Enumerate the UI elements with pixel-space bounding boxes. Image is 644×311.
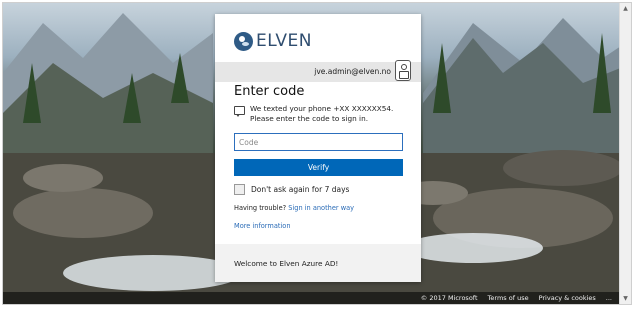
sign-in-another-way-link[interactable]: Sign in another way xyxy=(288,204,354,212)
browser-viewport: ELVEN jve.admin@elven.no Enter code We t… xyxy=(2,2,632,305)
scroll-down-arrow-icon[interactable]: ▼ xyxy=(621,294,630,303)
terms-of-use-link[interactable]: Terms of use xyxy=(488,294,529,302)
page-footer: © 2017 Microsoft Terms of use Privacy & … xyxy=(3,292,622,304)
trouble-prefix: Having trouble? xyxy=(234,204,287,212)
trouble-text: Having trouble? Sign in another way xyxy=(234,204,354,212)
privacy-cookies-link[interactable]: Privacy & cookies xyxy=(539,294,596,302)
scroll-up-arrow-icon[interactable]: ▲ xyxy=(621,4,630,13)
vertical-scrollbar[interactable]: ▲ ▼ xyxy=(619,3,631,304)
brand-name: ELVEN xyxy=(256,31,312,51)
sign-in-card: ELVEN jve.admin@elven.no Enter code We t… xyxy=(215,14,421,282)
copyright-text: © 2017 Microsoft xyxy=(420,294,478,302)
remember-option[interactable]: Don't ask again for 7 days xyxy=(234,184,349,195)
badge-icon xyxy=(395,60,411,81)
user-identity-bar: jve.admin@elven.no xyxy=(215,60,421,82)
welcome-message: Welcome to Elven Azure AD! xyxy=(234,259,339,268)
page-title: Enter code xyxy=(234,84,305,99)
tree xyxy=(593,33,611,113)
remember-checkbox[interactable] xyxy=(234,184,245,195)
tree xyxy=(23,63,41,123)
tree xyxy=(171,53,189,103)
code-input[interactable] xyxy=(234,133,403,151)
verify-button[interactable]: Verify xyxy=(234,159,403,176)
tree xyxy=(123,73,141,123)
remember-label[interactable]: Don't ask again for 7 days xyxy=(251,185,349,194)
more-options-link[interactable]: ... xyxy=(606,294,612,302)
user-email: jve.admin@elven.no xyxy=(314,67,391,76)
sms-message-text: We texted your phone +XX XXXXXX54. Pleas… xyxy=(250,104,394,123)
tree xyxy=(433,43,451,113)
elven-logo-icon xyxy=(234,31,253,51)
message-icon xyxy=(234,106,245,117)
card-footer: Welcome to Elven Azure AD! xyxy=(215,244,421,282)
more-information-link[interactable]: More information xyxy=(234,222,291,230)
brand-logo: ELVEN xyxy=(234,31,312,51)
sms-message: We texted your phone +XX XXXXXX54. Pleas… xyxy=(234,104,414,124)
